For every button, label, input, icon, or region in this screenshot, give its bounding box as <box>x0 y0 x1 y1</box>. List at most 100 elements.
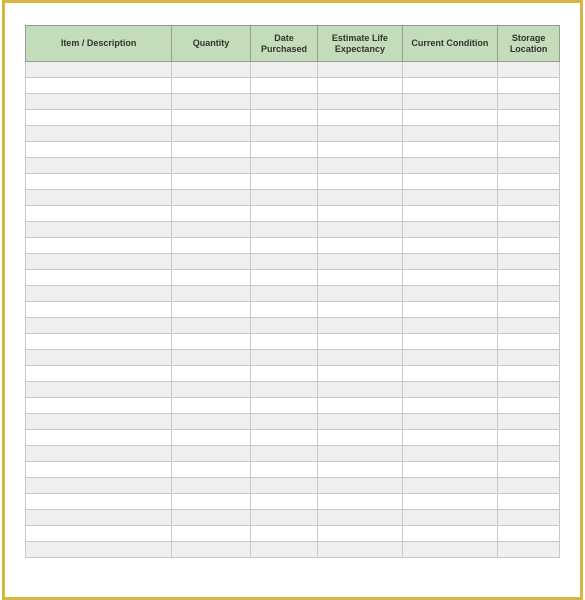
table-cell <box>26 318 172 334</box>
table-cell <box>172 158 251 174</box>
table-row <box>26 350 560 366</box>
table-cell <box>318 334 402 350</box>
table-cell <box>172 350 251 366</box>
table-cell <box>26 510 172 526</box>
table-cell <box>250 238 317 254</box>
table-cell <box>250 254 317 270</box>
table-cell <box>402 398 498 414</box>
table-cell <box>318 286 402 302</box>
table-cell <box>402 78 498 94</box>
table-cell <box>498 158 560 174</box>
table-cell <box>26 190 172 206</box>
table-cell <box>318 62 402 78</box>
table-cell <box>498 510 560 526</box>
table-cell <box>318 254 402 270</box>
table-row <box>26 494 560 510</box>
table-cell <box>498 430 560 446</box>
table-cell <box>402 430 498 446</box>
table-cell <box>318 94 402 110</box>
table-cell <box>172 510 251 526</box>
table-cell <box>498 366 560 382</box>
table-row <box>26 334 560 350</box>
table-cell <box>402 334 498 350</box>
table-cell <box>498 478 560 494</box>
table-row <box>26 126 560 142</box>
table-cell <box>26 270 172 286</box>
table-cell <box>172 478 251 494</box>
table-cell <box>26 398 172 414</box>
table-cell <box>498 110 560 126</box>
table-cell <box>498 254 560 270</box>
table-cell <box>318 318 402 334</box>
table-cell <box>498 94 560 110</box>
table-cell <box>402 190 498 206</box>
table-cell <box>402 110 498 126</box>
document-frame: Item / Description Quantity Date Purchas… <box>2 0 583 600</box>
table-cell <box>318 382 402 398</box>
table-cell <box>250 494 317 510</box>
table-cell <box>172 414 251 430</box>
table-cell <box>26 542 172 558</box>
table-cell <box>318 238 402 254</box>
table-cell <box>250 414 317 430</box>
table-cell <box>402 94 498 110</box>
table-cell <box>402 462 498 478</box>
table-cell <box>172 270 251 286</box>
table-cell <box>402 446 498 462</box>
table-cell <box>498 334 560 350</box>
table-cell <box>318 542 402 558</box>
table-cell <box>498 78 560 94</box>
table-row <box>26 510 560 526</box>
table-cell <box>318 510 402 526</box>
table-row <box>26 270 560 286</box>
table-cell <box>250 510 317 526</box>
table-cell <box>172 190 251 206</box>
table-cell <box>172 110 251 126</box>
table-cell <box>250 446 317 462</box>
table-cell <box>172 526 251 542</box>
inventory-table: Item / Description Quantity Date Purchas… <box>25 25 560 558</box>
table-cell <box>26 142 172 158</box>
table-cell <box>498 270 560 286</box>
table-cell <box>318 446 402 462</box>
table-cell <box>402 526 498 542</box>
table-cell <box>498 174 560 190</box>
table-row <box>26 318 560 334</box>
table-cell <box>250 526 317 542</box>
table-cell <box>26 110 172 126</box>
table-cell <box>250 206 317 222</box>
table-cell <box>498 238 560 254</box>
table-cell <box>402 62 498 78</box>
table-cell <box>402 350 498 366</box>
table-cell <box>26 126 172 142</box>
table-cell <box>498 302 560 318</box>
table-row <box>26 174 560 190</box>
header-quantity: Quantity <box>172 26 251 62</box>
header-estimate-life: Estimate Life Expectancy <box>318 26 402 62</box>
table-cell <box>498 62 560 78</box>
table-cell <box>172 318 251 334</box>
table-cell <box>26 94 172 110</box>
table-cell <box>26 350 172 366</box>
table-cell <box>26 174 172 190</box>
table-cell <box>402 510 498 526</box>
table-cell <box>498 494 560 510</box>
table-cell <box>318 222 402 238</box>
table-row <box>26 94 560 110</box>
table-cell <box>172 174 251 190</box>
table-row <box>26 478 560 494</box>
table-cell <box>498 526 560 542</box>
table-cell <box>172 78 251 94</box>
table-cell <box>172 286 251 302</box>
table-cell <box>402 286 498 302</box>
table-cell <box>172 254 251 270</box>
table-cell <box>250 462 317 478</box>
table-cell <box>402 158 498 174</box>
table-cell <box>402 270 498 286</box>
table-cell <box>402 494 498 510</box>
table-cell <box>402 142 498 158</box>
table-cell <box>172 542 251 558</box>
table-cell <box>250 190 317 206</box>
table-cell <box>318 110 402 126</box>
table-cell <box>250 62 317 78</box>
